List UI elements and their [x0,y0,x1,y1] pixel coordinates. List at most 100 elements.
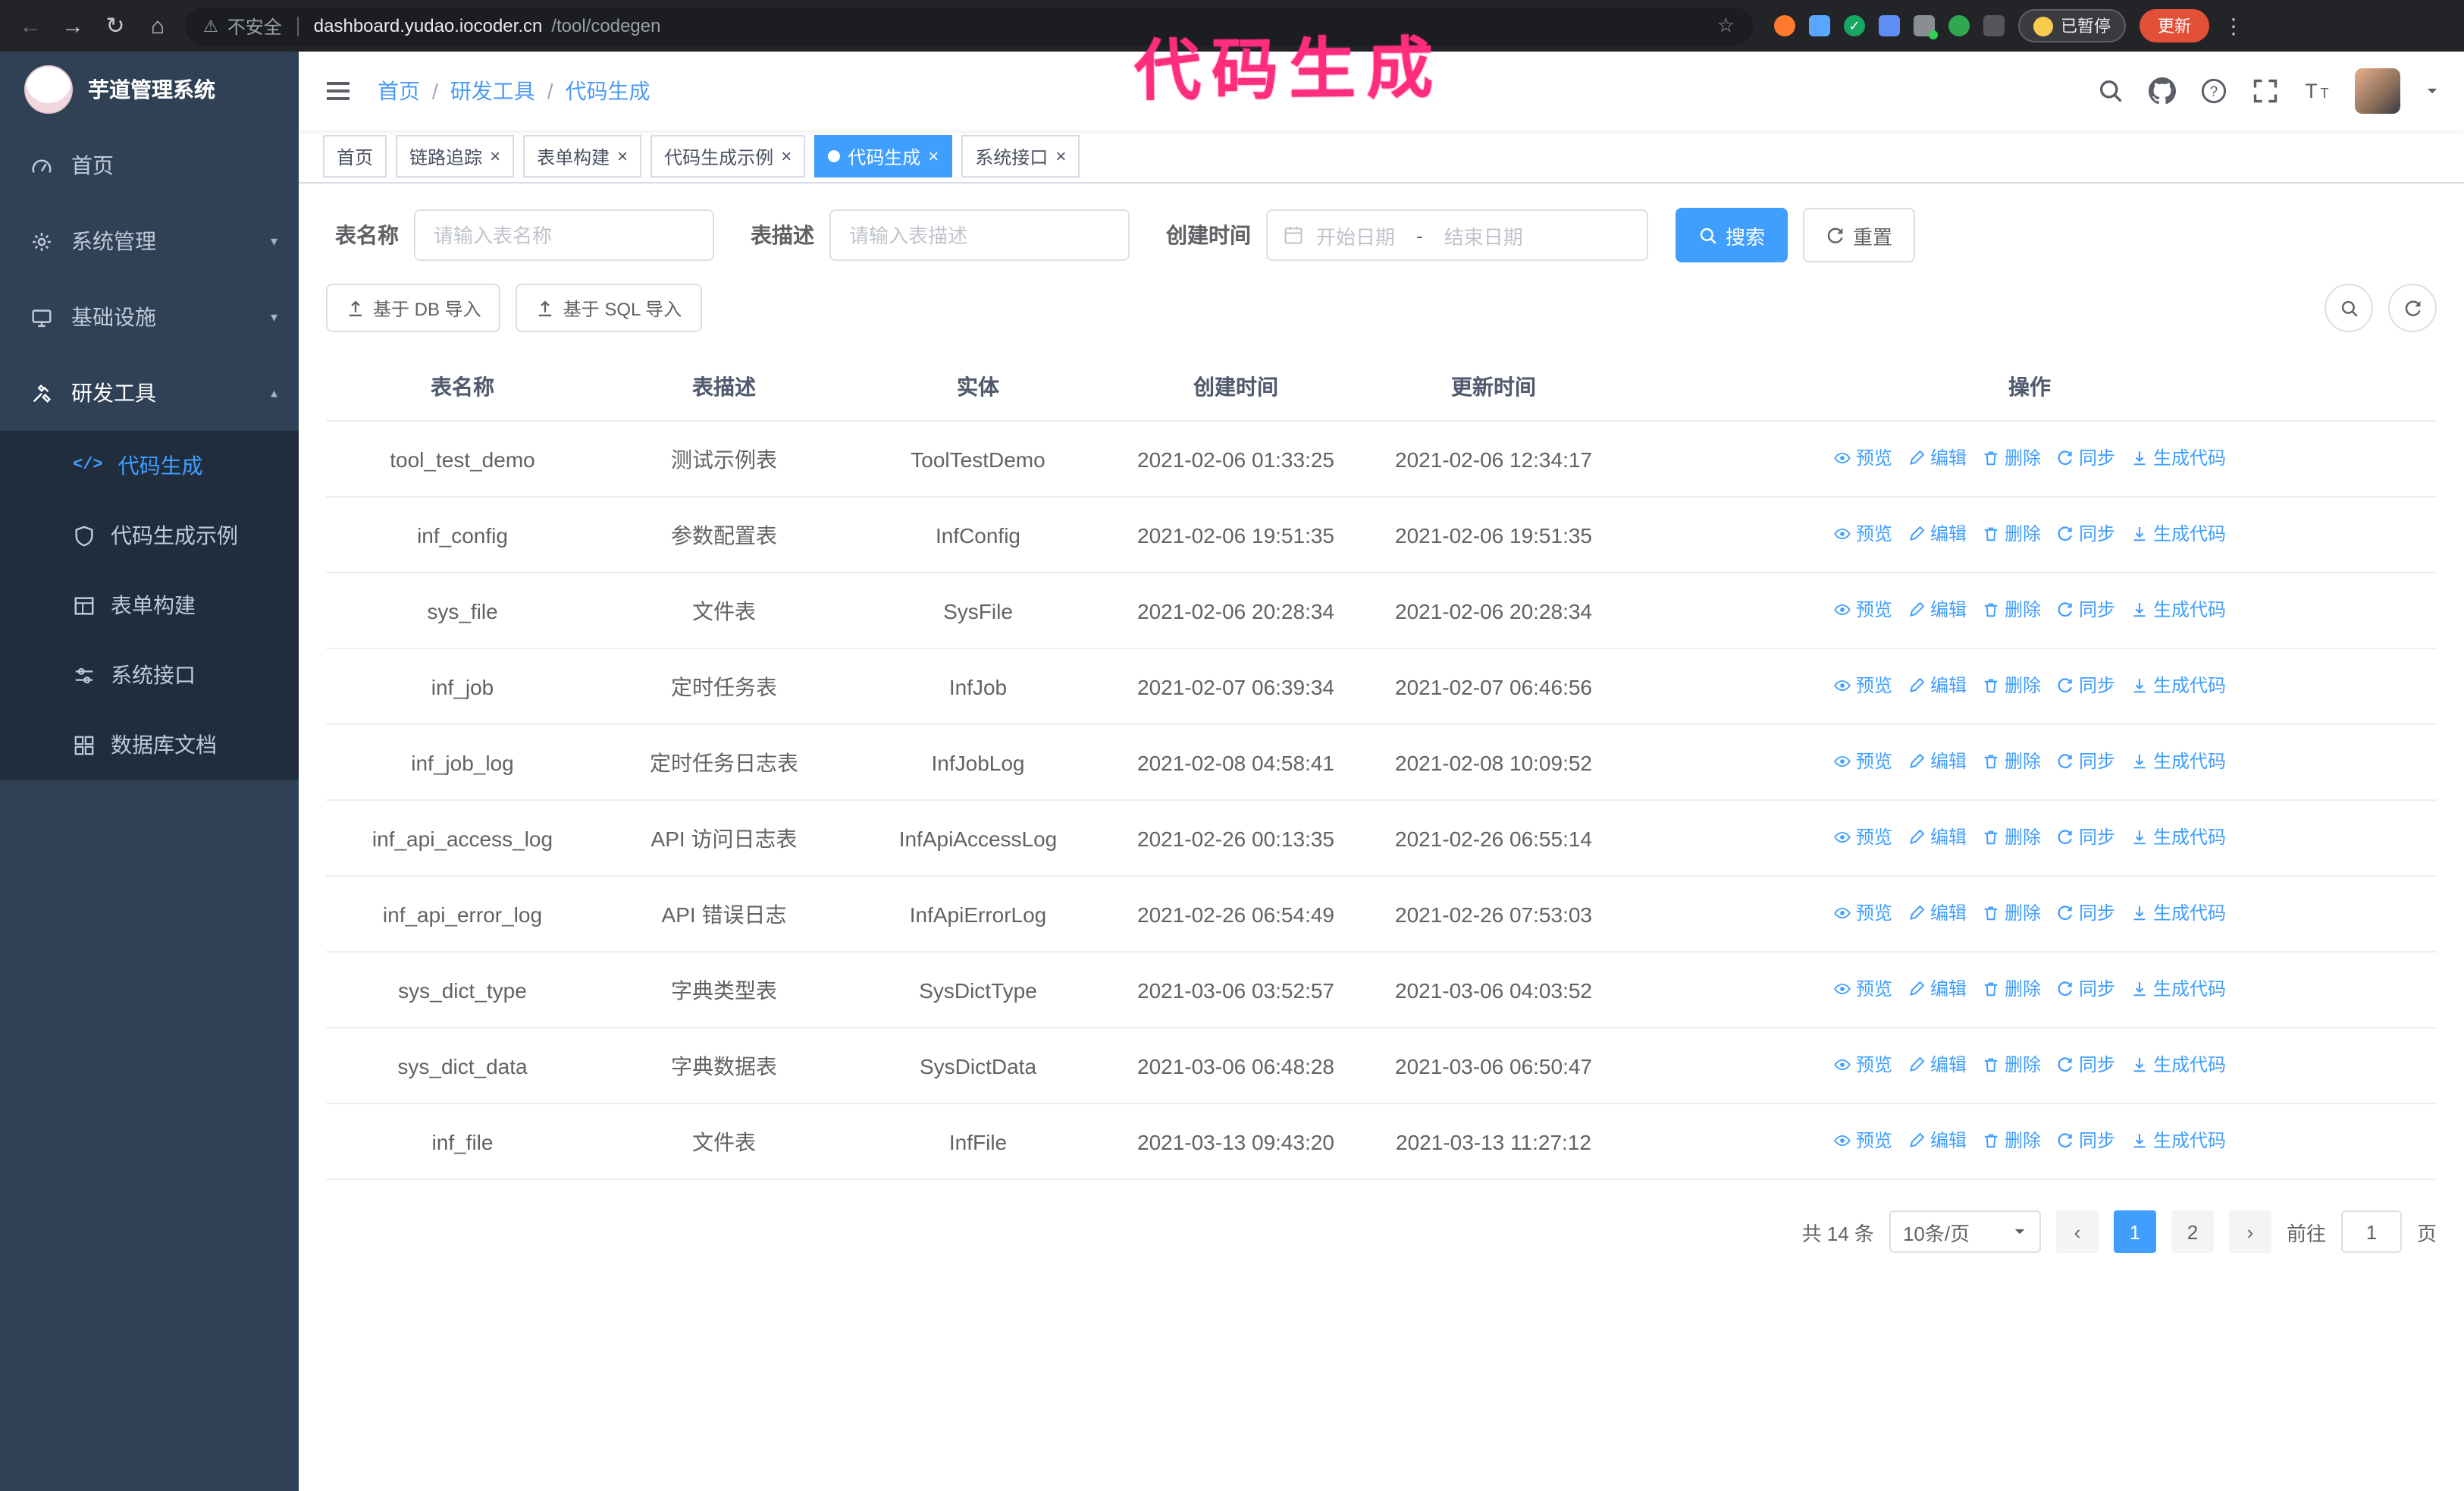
delete-link[interactable]: 删除 [1982,670,2041,701]
page-button-2[interactable]: 2 [2171,1210,2214,1253]
generate-code-link[interactable]: 生成代码 [2130,974,2226,1004]
delete-link[interactable]: 删除 [1982,443,2041,473]
back-icon[interactable]: ← [15,13,45,39]
breadcrumb-dev-tools[interactable]: 研发工具 [450,76,535,106]
hamburger-icon[interactable] [323,76,353,106]
sync-link[interactable]: 同步 [2056,519,2115,549]
github-icon[interactable] [2149,77,2176,105]
puzzle-extension-icon[interactable] [1983,15,2005,36]
delete-link[interactable]: 删除 [1982,822,2041,852]
edit-link[interactable]: 编辑 [1908,443,1967,473]
sync-link[interactable]: 同步 [2056,822,2115,852]
search-toggle-button[interactable] [2324,284,2373,332]
edit-link[interactable]: 编辑 [1908,670,1967,701]
sync-link[interactable]: 同步 [2056,443,2115,473]
edit-link[interactable]: 编辑 [1908,822,1967,852]
generate-code-link[interactable]: 生成代码 [2130,898,2226,928]
sync-link[interactable]: 同步 [2056,595,2115,625]
preview-link[interactable]: 预览 [1833,519,1892,549]
preview-link[interactable]: 预览 [1833,746,1892,777]
preview-link[interactable]: 预览 [1833,595,1892,625]
extension-icon-3[interactable]: ✓ [1844,15,1865,36]
tab-form-builder[interactable]: 表单构建 × [523,135,642,177]
sync-link[interactable]: 同步 [2056,670,2115,701]
edit-link[interactable]: 编辑 [1908,1125,1967,1156]
preview-link[interactable]: 预览 [1833,670,1892,701]
close-icon[interactable]: × [928,147,939,165]
breadcrumb-home[interactable]: 首页 [378,76,420,106]
forward-icon[interactable]: → [58,13,88,39]
edit-link[interactable]: 编辑 [1908,746,1967,777]
edit-link[interactable]: 编辑 [1908,1050,1967,1080]
refresh-button[interactable] [2388,284,2437,332]
sidebar-item-code-generation[interactable]: </> 代码生成 [0,431,299,501]
caret-down-icon[interactable] [2425,83,2440,99]
sidebar-item-home[interactable]: 首页 [0,127,299,203]
table-name-input[interactable] [414,209,714,261]
sync-link[interactable]: 同步 [2056,1050,2115,1080]
logo[interactable]: 芋道管理系统 [0,52,299,127]
url-bar[interactable]: ⚠ 不安全 dashboard.yudao.iocoder.cn/tool/co… [185,7,1753,45]
generate-code-link[interactable]: 生成代码 [2130,1125,2226,1156]
preview-link[interactable]: 预览 [1833,898,1892,928]
delete-link[interactable]: 删除 [1982,595,2041,625]
generate-code-link[interactable]: 生成代码 [2130,443,2226,473]
tab-system-api[interactable]: 系统接口 × [961,135,1080,177]
table-desc-input[interactable] [829,209,1130,261]
import-db-button[interactable]: 基于 DB 导入 [326,284,501,332]
search-button[interactable]: 搜索 [1676,208,1788,262]
delete-link[interactable]: 删除 [1982,974,2041,1004]
sidebar-item-system-management[interactable]: 系统管理 ▾ [0,203,299,279]
sidebar-item-dev-tools[interactable]: 研发工具 ▴ [0,355,299,431]
edit-link[interactable]: 编辑 [1908,974,1967,1004]
goto-page-input[interactable] [2340,1210,2402,1253]
import-sql-button[interactable]: 基于 SQL 导入 [516,284,702,332]
sync-link[interactable]: 同步 [2056,974,2115,1004]
sync-link[interactable]: 同步 [2056,898,2115,928]
reload-icon[interactable]: ↻ [100,12,130,39]
delete-link[interactable]: 删除 [1982,898,2041,928]
extension-icon-5[interactable] [1914,15,1938,39]
extension-icon-4[interactable] [1879,15,1900,36]
bookmark-star-icon[interactable]: ☆ [1717,14,1735,38]
sidebar-item-infrastructure[interactable]: 基础设施 ▾ [0,279,299,355]
fullscreen-icon[interactable] [2252,77,2279,105]
sidebar-item-codegen-example[interactable]: 代码生成示例 [0,501,299,570]
generate-code-link[interactable]: 生成代码 [2130,595,2226,625]
preview-link[interactable]: 预览 [1833,822,1892,852]
page-button-1[interactable]: 1 [2113,1210,2156,1253]
generate-code-link[interactable]: 生成代码 [2130,670,2226,701]
paused-badge[interactable]: 已暂停 [2018,9,2126,42]
extension-icon-6[interactable] [1948,15,1970,36]
delete-link[interactable]: 删除 [1982,1125,2041,1156]
edit-link[interactable]: 编辑 [1908,898,1967,928]
user-avatar[interactable] [2355,68,2400,114]
prev-page-button[interactable]: ‹ [2055,1210,2099,1253]
close-icon[interactable]: × [490,147,500,165]
preview-link[interactable]: 预览 [1833,1125,1892,1156]
edit-link[interactable]: 编辑 [1908,519,1967,549]
delete-link[interactable]: 删除 [1982,1050,2041,1080]
tab-home[interactable]: 首页 [323,135,387,177]
sync-link[interactable]: 同步 [2056,1125,2115,1156]
preview-link[interactable]: 预览 [1833,1050,1892,1080]
edit-link[interactable]: 编辑 [1908,595,1967,625]
close-icon[interactable]: × [617,147,628,165]
extension-icon-2[interactable] [1809,15,1830,36]
tab-tracing[interactable]: 链路追踪 × [396,135,515,177]
tab-codegen-example[interactable]: 代码生成示例 × [650,135,806,177]
font-size-icon[interactable] [2303,77,2331,105]
date-range-picker[interactable]: 开始日期 - 结束日期 [1266,209,1648,261]
home-icon[interactable]: ⌂ [143,13,173,39]
close-icon[interactable]: × [781,147,792,165]
generate-code-link[interactable]: 生成代码 [2130,519,2226,549]
update-button[interactable]: 更新 [2140,9,2209,42]
extension-icon-1[interactable] [1774,15,1795,36]
page-size-select[interactable]: 10条/页 [1889,1210,2041,1253]
sidebar-item-database-doc[interactable]: 数据库文档 [0,710,299,780]
generate-code-link[interactable]: 生成代码 [2130,1050,2226,1080]
delete-link[interactable]: 删除 [1982,746,2041,777]
close-icon[interactable]: × [1055,147,1066,165]
delete-link[interactable]: 删除 [1982,519,2041,549]
preview-link[interactable]: 预览 [1833,443,1892,473]
